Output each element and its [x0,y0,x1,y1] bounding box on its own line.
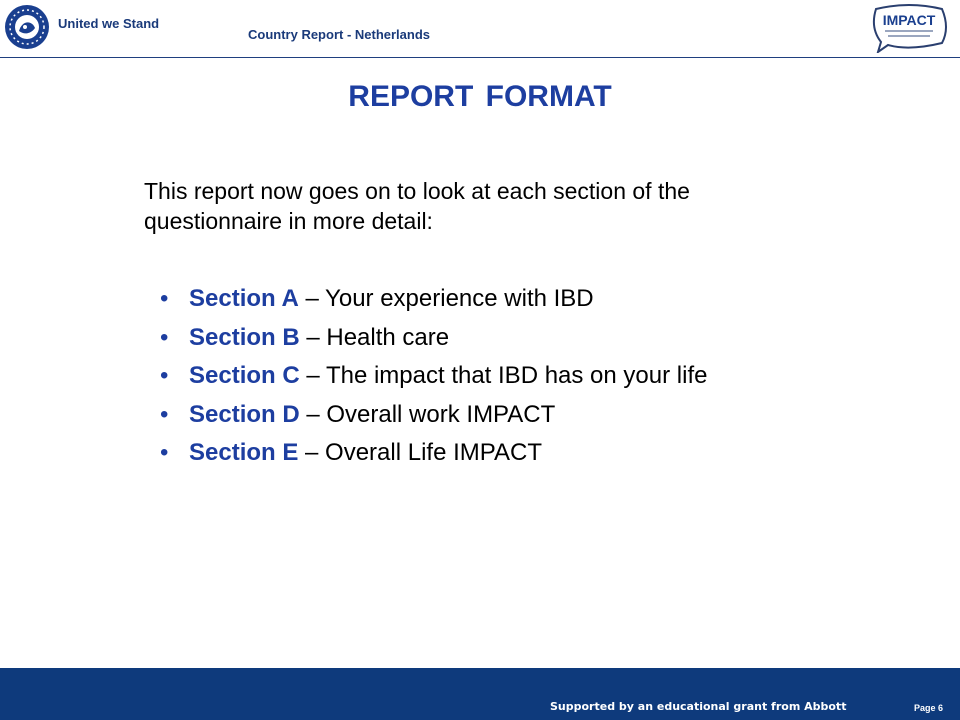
section-list-item: • Section B – Health care [160,322,707,361]
section-description: – Health care [299,323,450,351]
efcca-logo-icon [5,5,49,49]
org-name: United we Stand [58,16,160,31]
footer-bar: Supported by an educational grant from A… [0,668,960,720]
header: United we Stand Country Report - Netherl… [0,0,960,58]
sponsor-text: Supported by an educational grant from A… [550,700,847,713]
section-description: – Overall work IMPACT [299,400,556,428]
header-rule [0,57,960,58]
section-name: Section D [189,400,300,428]
bullet-icon: • [160,362,169,389]
impact-logo-icon: IMPACT [872,4,947,53]
page-number: Page 6 [914,703,944,713]
section-description: – The impact that IBD has on your life [299,362,708,389]
section-list-item: • Section E – Overall Life IMPACT [160,437,707,476]
section-name: Section B [189,323,300,351]
bullet-icon: • [160,400,169,428]
bullet-icon: • [160,439,169,466]
section-description: – Your experience with IBD [298,285,594,312]
impact-logo-text: IMPACT [883,12,936,28]
section-name: Section E [189,439,299,466]
section-list-item: • Section D – Overall work IMPACT [160,399,707,438]
intro-text: This report now goes on to look at each … [144,178,690,234]
section-list-item: • Section C – The impact that IBD has on … [160,360,707,399]
section-name: Section A [189,285,299,312]
report-title: Country Report - Netherlands [248,27,431,42]
section-description: – Overall Life IMPACT [298,439,542,466]
section-name: Section C [189,362,300,389]
section-list-item: • Section A – Your experience with IBD [160,283,707,322]
slide-title: REPORT FORMAT [348,80,612,113]
bullet-icon: • [160,323,169,351]
section-list: • Section A – Your experience with IBD • S… [160,283,707,476]
bullet-icon: • [160,285,169,312]
